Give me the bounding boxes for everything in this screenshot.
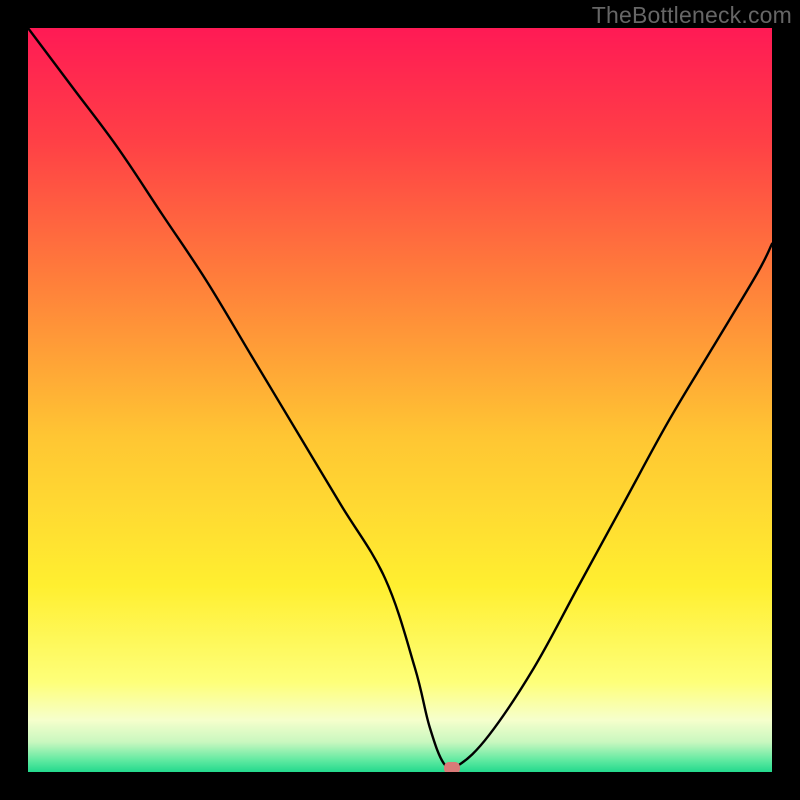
optimal-point-marker xyxy=(444,762,460,772)
plot-area xyxy=(28,28,772,772)
chart-frame: TheBottleneck.com xyxy=(0,0,800,800)
bottleneck-curve xyxy=(28,28,772,772)
watermark-label: TheBottleneck.com xyxy=(592,2,792,29)
